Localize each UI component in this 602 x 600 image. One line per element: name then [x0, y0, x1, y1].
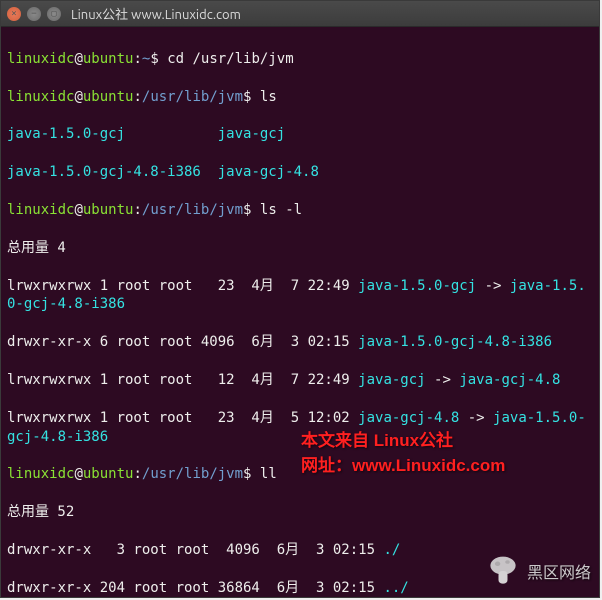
- file-perms: drwxr-xr-x 3 root root 4096 6月 3 02:15: [7, 542, 383, 558]
- file-name: java-gcj-4.8: [358, 410, 459, 426]
- file-name: ../: [383, 580, 408, 596]
- command-text: ls: [260, 89, 277, 105]
- prompt-host: ubuntu: [83, 51, 134, 67]
- ls-entry: java-1.5.0-gcj: [7, 126, 125, 142]
- ls-entry: java-gcj-4.8: [218, 164, 319, 180]
- total-line: 总用量 52: [7, 503, 593, 522]
- terminal-body[interactable]: linuxidc@ubuntu:~$ cd /usr/lib/jvm linux…: [1, 27, 599, 597]
- prompt-user: linuxidc: [7, 51, 74, 67]
- file-name: java-gcj: [358, 372, 425, 388]
- file-perms: lrwxrwxrwx 1 root root 23 4月 7 22:49: [7, 278, 358, 294]
- terminal-window: × − ▢ Linux公社 www.Linuxidc.com linuxidc@…: [0, 0, 600, 598]
- command-text: cd /usr/lib/jvm: [167, 51, 293, 67]
- file-perms: drwxr-xr-x 204 root root 36864 6月 3 02:1…: [7, 580, 383, 596]
- total-line: 总用量 4: [7, 239, 593, 258]
- command-text: ll: [260, 466, 277, 482]
- file-name: java-1.5.0-gcj-4.8-i386: [358, 334, 552, 350]
- titlebar[interactable]: × − ▢ Linux公社 www.Linuxidc.com: [1, 1, 599, 27]
- file-name: ./: [383, 542, 400, 558]
- file-perms: drwxr-xr-x 6 root root 4096 6月 3 02:15: [7, 334, 358, 350]
- link-target: java-gcj-4.8: [459, 372, 560, 388]
- file-perms: lrwxrwxrwx 1 root root 23 4月 5 12:02: [7, 410, 358, 426]
- window-title: Linux公社 www.Linuxidc.com: [71, 4, 241, 23]
- ls-entry: java-gcj: [218, 126, 285, 142]
- command-text: ls -l: [260, 202, 302, 218]
- file-perms: lrwxrwxrwx 1 root root 12 4月 7 22:49: [7, 372, 358, 388]
- close-icon[interactable]: ×: [7, 7, 21, 21]
- minimize-icon[interactable]: −: [27, 7, 41, 21]
- ls-entry: java-1.5.0-gcj-4.8-i386: [7, 164, 201, 180]
- file-name: java-1.5.0-gcj: [358, 278, 476, 294]
- maximize-icon[interactable]: ▢: [47, 7, 61, 21]
